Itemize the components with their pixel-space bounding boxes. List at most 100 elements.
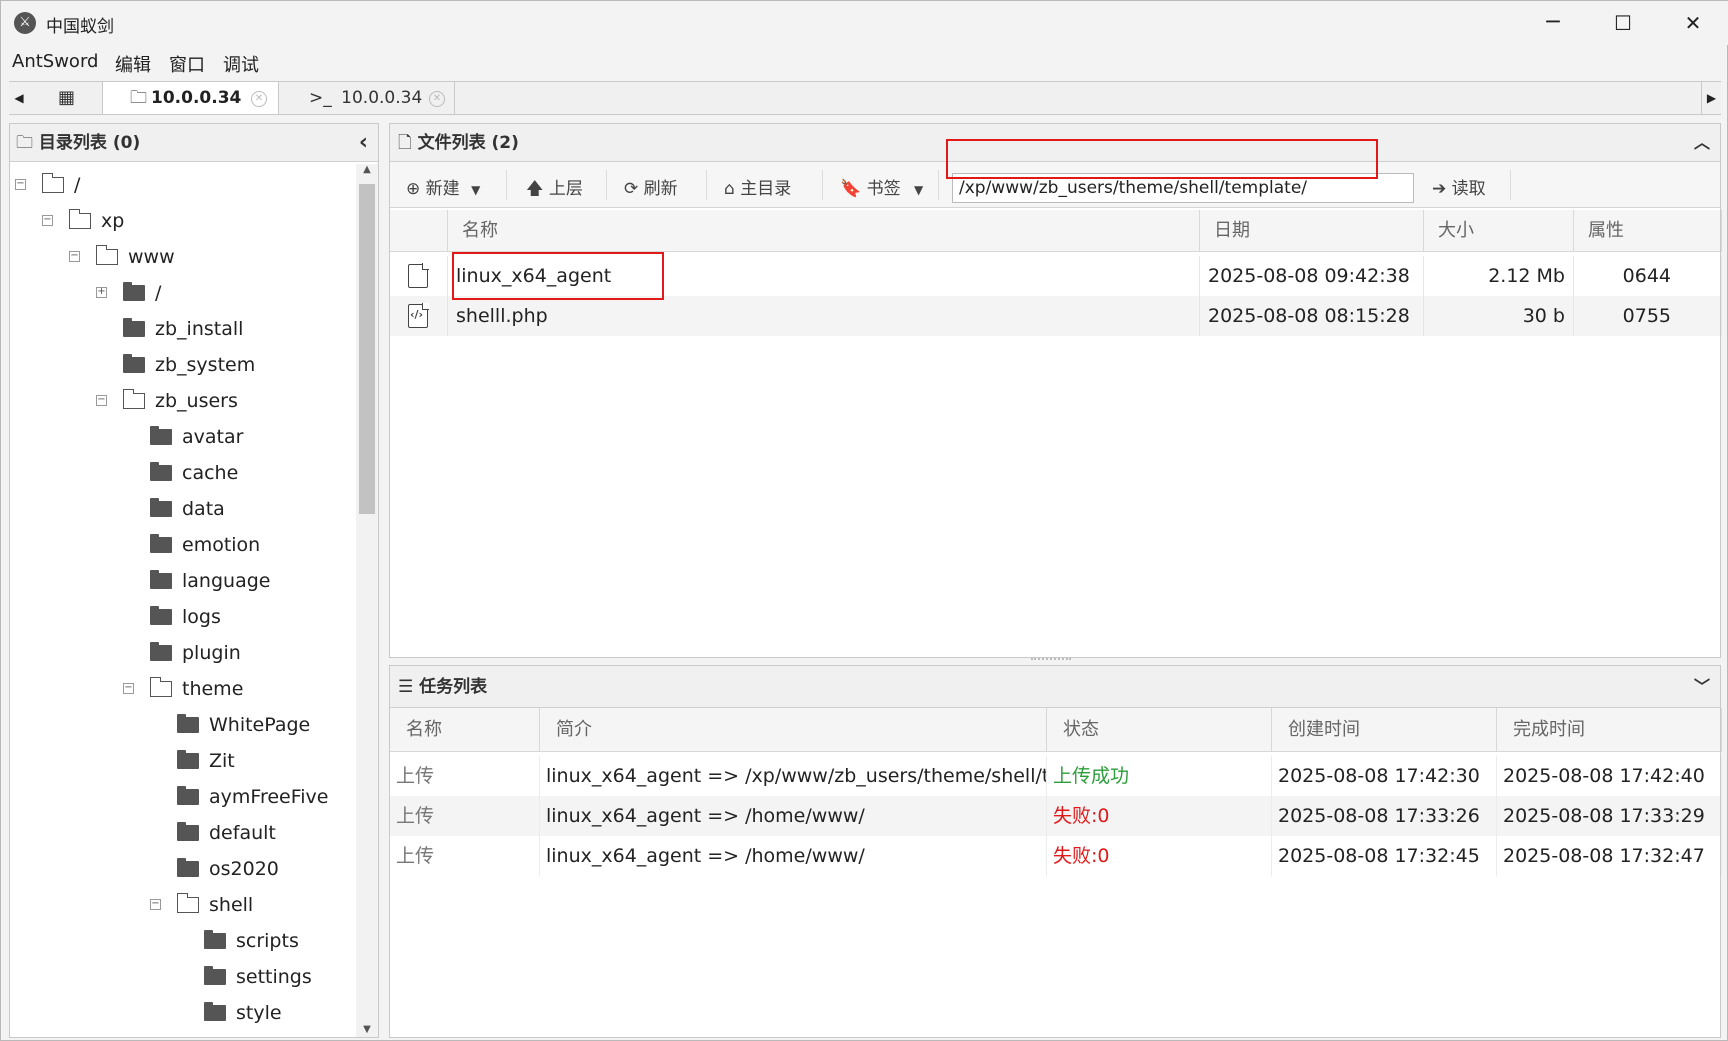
- scroll-down-icon[interactable]: ▼: [356, 1024, 378, 1035]
- tree-node[interactable]: settings: [204, 962, 312, 992]
- tree-node[interactable]: cache: [150, 458, 238, 488]
- task-grid-header: 名称 简介 状态 创建时间 完成时间: [390, 708, 1722, 752]
- tree-node[interactable]: − shell: [150, 890, 253, 920]
- read-label: 读取: [1451, 179, 1486, 199]
- title-bar: ⚔ 中国蚁剑 ─ ☐ ✕: [1, 1, 1728, 45]
- tree-node[interactable]: + /: [96, 278, 161, 308]
- tree-node-label: aymFreeFive: [209, 786, 329, 808]
- tree-scrollbar-thumb[interactable]: [359, 184, 375, 514]
- tree-node[interactable]: Zit: [177, 746, 235, 776]
- menu-window[interactable]: 窗口: [169, 51, 205, 77]
- tree-node[interactable]: − zb_users: [96, 386, 238, 416]
- task-col-status[interactable]: 状态: [1047, 708, 1272, 752]
- file-list-panel: 🗋 文件列表 (2) ︿ ⊕ 新建 ▼ 🡅 上层 ⟳ 刷新 ⌂ 主目录 🔖 书签…: [389, 123, 1722, 658]
- bookmark-button[interactable]: 🔖 书签 ▼: [840, 174, 923, 199]
- tree-node[interactable]: WhitePage: [177, 710, 310, 740]
- file-list-title: 文件列表 (2): [417, 133, 519, 153]
- tree-node[interactable]: default: [177, 818, 276, 848]
- folder-icon: [204, 966, 226, 985]
- tree-node[interactable]: logs: [150, 602, 221, 632]
- minimize-button[interactable]: ─: [1523, 5, 1583, 41]
- menu-edit[interactable]: 编辑: [115, 51, 151, 77]
- task-created: 2025-08-08 17:33:26: [1272, 796, 1497, 836]
- file-row[interactable]: ‹/› shelll.php 2025-08-08 08:15:28 30 b …: [390, 296, 1722, 336]
- tab-close-icon[interactable]: ✕: [429, 91, 445, 107]
- tree-node[interactable]: emotion: [150, 530, 260, 560]
- tree-node[interactable]: zb_system: [123, 350, 255, 380]
- tree-node[interactable]: − xp: [42, 206, 124, 236]
- tab-scroll-right-icon[interactable]: ▶: [1701, 82, 1721, 114]
- maximize-button[interactable]: ☐: [1593, 5, 1653, 41]
- tab-terminal[interactable]: >_ 10.0.0.34 ✕: [279, 82, 455, 114]
- file-icon: [408, 263, 429, 288]
- tree-node[interactable]: zb_install: [123, 314, 243, 344]
- tree-node[interactable]: − theme: [123, 674, 243, 704]
- collapse-down-icon[interactable]: ﹀: [1694, 666, 1710, 708]
- task-col-desc[interactable]: 简介: [540, 708, 1047, 752]
- collapse-toggle-icon[interactable]: −: [69, 251, 80, 262]
- task-row[interactable]: 上传 linux_x64_agent => /home/www/失败:0 2025-…: [390, 796, 1722, 836]
- task-name: 上传: [390, 796, 540, 836]
- tree-node[interactable]: avatar: [150, 422, 243, 452]
- tree-node[interactable]: style: [204, 998, 282, 1028]
- task-col-name[interactable]: 名称: [390, 708, 540, 752]
- expand-toggle-icon[interactable]: +: [96, 287, 107, 298]
- collapse-toggle-icon[interactable]: −: [15, 179, 26, 190]
- tree-node[interactable]: aymFreeFive: [177, 782, 328, 812]
- file-col-name[interactable]: 名称: [448, 210, 1200, 252]
- new-button[interactable]: ⊕ 新建 ▼: [406, 174, 480, 199]
- tree-node[interactable]: os2020: [177, 854, 279, 884]
- file-grid-header: 名称 日期 大小 属性: [390, 210, 1722, 252]
- tree-node[interactable]: language: [150, 566, 270, 596]
- tree-node[interactable]: data: [150, 494, 225, 524]
- folder-icon: [150, 462, 172, 481]
- tree-node-label: default: [209, 822, 276, 844]
- tab-close-icon[interactable]: ✕: [251, 91, 267, 107]
- folder-icon: [177, 858, 199, 877]
- tree-scrollbar[interactable]: ▲ ▼: [356, 164, 378, 1037]
- task-desc: linux_x64_agent => /home/www/: [540, 796, 1047, 836]
- folder-icon: [123, 282, 145, 301]
- scroll-up-icon[interactable]: ▲: [356, 164, 378, 175]
- terminal-icon: >_: [309, 88, 332, 108]
- home-button[interactable]: ⌂ 主目录: [724, 174, 791, 199]
- folder-icon: [177, 822, 199, 841]
- collapse-toggle-icon[interactable]: −: [42, 215, 53, 226]
- collapse-toggle-icon[interactable]: −: [150, 899, 161, 910]
- folder-icon: [177, 750, 199, 769]
- tab-terminal-label: 10.0.0.34: [341, 88, 423, 108]
- file-col-date[interactable]: 日期: [1200, 210, 1424, 252]
- task-col-created[interactable]: 创建时间: [1272, 708, 1497, 752]
- menu-debug[interactable]: 调试: [223, 51, 259, 77]
- tab-file-manager[interactable]: 🗀 10.0.0.34 ✕: [103, 82, 279, 114]
- collapse-toggle-icon[interactable]: −: [96, 395, 107, 406]
- task-row[interactable]: 上传 linux_x64_agent => /home/www/失败:0 2025-…: [390, 836, 1722, 876]
- tree-node-label: zb_install: [155, 318, 244, 340]
- up-button[interactable]: 🡅 上层: [526, 174, 583, 205]
- tab-bar: ◀ ▦ 🗀 10.0.0.34 ✕ >_ 10.0.0.34 ✕ ▶: [9, 81, 1721, 115]
- task-col-finished[interactable]: 完成时间: [1497, 708, 1722, 752]
- tree-node[interactable]: scripts: [204, 926, 299, 956]
- tree-node[interactable]: − www: [69, 242, 175, 272]
- collapse-left-icon[interactable]: ‹: [359, 124, 368, 162]
- collapse-toggle-icon[interactable]: −: [123, 683, 134, 694]
- folder-icon: [150, 426, 172, 445]
- tree-node[interactable]: − /: [15, 170, 80, 200]
- task-row[interactable]: 上传 linux_x64_agent => /xp/www/zb_users/th…: [390, 756, 1722, 796]
- file-col-size[interactable]: 大小: [1424, 210, 1574, 252]
- refresh-button[interactable]: ⟳ 刷新: [624, 174, 678, 199]
- tab-home-grid[interactable]: ▦: [31, 82, 103, 114]
- folder-icon: 🗀: [16, 133, 33, 153]
- folder-open-icon: [95, 245, 118, 265]
- read-button[interactable]: ➔ 读取: [1432, 174, 1486, 199]
- file-col-attr[interactable]: 属性: [1574, 210, 1722, 252]
- close-button[interactable]: ✕: [1663, 5, 1723, 41]
- tree-node[interactable]: plugin: [150, 638, 241, 668]
- folder-icon: [123, 354, 145, 373]
- collapse-up-icon[interactable]: ︿: [1694, 124, 1710, 162]
- menu-bar: AntSword 编辑 窗口 调试: [1, 45, 1728, 79]
- tab-scroll-left-icon[interactable]: ◀: [9, 82, 29, 114]
- panel-splitter[interactable]: [1031, 658, 1071, 661]
- arrow-up-icon: 🡅: [526, 179, 544, 199]
- menu-antsword[interactable]: AntSword: [12, 51, 98, 72]
